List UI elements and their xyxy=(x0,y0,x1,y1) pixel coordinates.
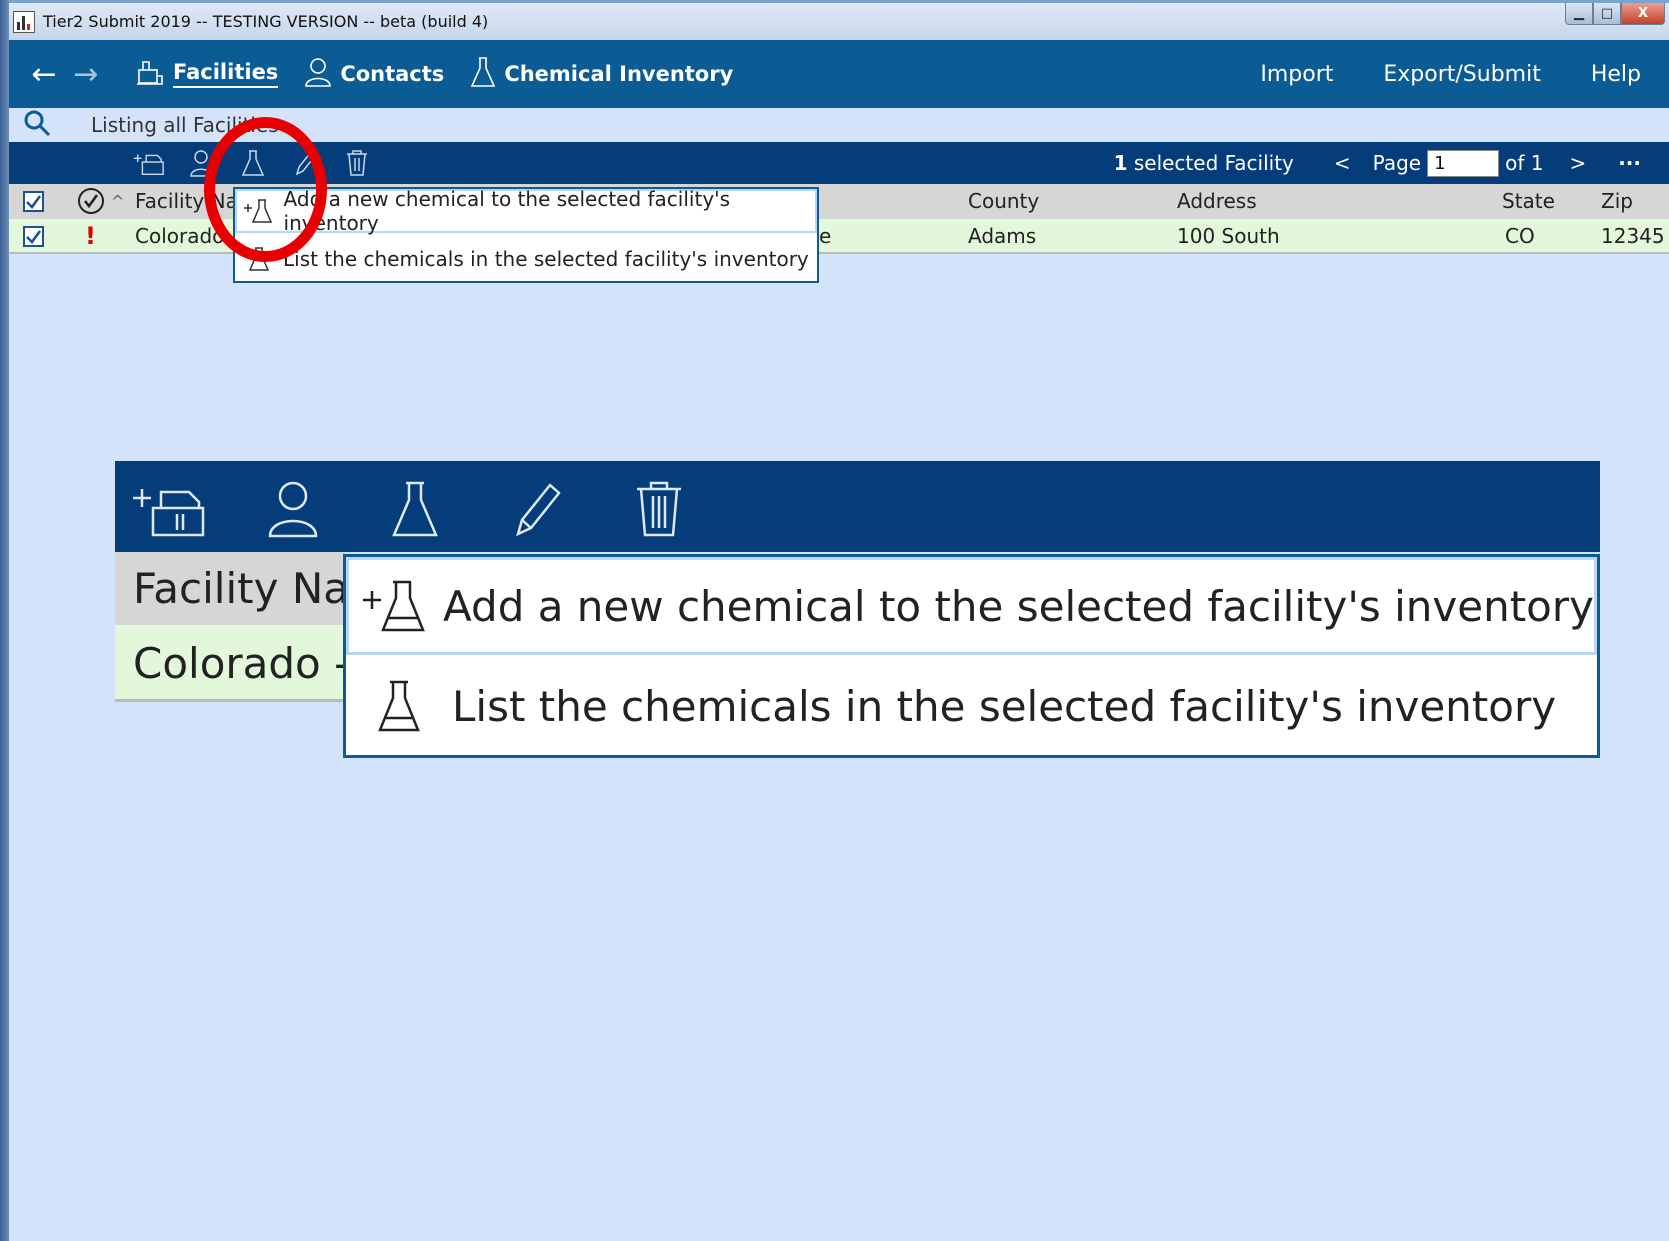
forward-button[interactable]: → xyxy=(65,57,107,92)
next-page-button[interactable]: > xyxy=(1569,151,1586,175)
row-checkbox[interactable] xyxy=(23,226,44,247)
nav-facilities-label: Facilities xyxy=(173,60,279,88)
facility-icon xyxy=(135,58,173,91)
check-circle-icon[interactable] xyxy=(76,186,106,221)
window-titlebar: Tier2 Submit 2019 -- TESTING VERSION -- … xyxy=(9,0,1669,40)
main-nav: ← → Facilities Contacts Chemical Invento… xyxy=(9,40,1669,108)
zoom-dropdown-menu: Add a new chemical to the selected facil… xyxy=(343,554,1600,758)
zoom-menu-item-list-chemicals-label: List the chemicals in the selected facil… xyxy=(452,681,1557,731)
window-controls: ▁ □ X xyxy=(1565,3,1665,25)
header-address[interactable]: Address xyxy=(1177,184,1257,219)
zoom-toolbar xyxy=(115,461,1600,552)
nav-chemical-inventory-label: Chemical Inventory xyxy=(504,62,734,86)
zoom-menu-item-list-chemicals: List the chemicals in the selected facil… xyxy=(346,657,1597,755)
search-icon[interactable] xyxy=(23,109,51,141)
maximize-button[interactable]: □ xyxy=(1593,3,1621,25)
pagination: 1 selected Facility < Page 1 of 1 > ··· xyxy=(1114,142,1641,184)
cell-address: 100 South xyxy=(1177,224,1280,248)
nav-facilities[interactable]: Facilities xyxy=(135,58,279,91)
zoom-toolbar-icons xyxy=(131,477,699,541)
select-all-checkbox[interactable] xyxy=(23,191,44,212)
header-zip[interactable]: Zip xyxy=(1601,184,1633,219)
add-facility-icon[interactable] xyxy=(133,147,165,179)
zoom-header-cell: Facility Na xyxy=(115,552,345,625)
add-flask-icon xyxy=(349,578,443,634)
menu-item-list-chemicals[interactable]: List the chemicals in the selected facil… xyxy=(235,237,817,281)
header-state[interactable]: State xyxy=(1502,184,1555,219)
help-link[interactable]: Help xyxy=(1591,62,1641,87)
page-label: Page xyxy=(1372,151,1422,175)
nav-chemical-inventory[interactable]: Chemical Inventory xyxy=(470,56,733,93)
flask-icon xyxy=(375,477,455,541)
person-icon xyxy=(304,57,340,92)
trash-icon[interactable] xyxy=(341,147,373,179)
page-number-input[interactable]: 1 xyxy=(1427,149,1500,177)
zoom-row-cell: Colorado - xyxy=(115,625,345,702)
export-submit-link[interactable]: Export/Submit xyxy=(1383,62,1540,87)
person-icon xyxy=(253,477,333,541)
menu-item-add-chemical-label: Add a new chemical to the selected facil… xyxy=(283,187,731,235)
nav-contacts-label: Contacts xyxy=(340,62,445,86)
flask-icon xyxy=(346,678,452,734)
zoom-menu-item-add-chemical: Add a new chemical to the selected facil… xyxy=(346,557,1597,655)
trash-icon xyxy=(619,477,699,541)
import-link[interactable]: Import xyxy=(1260,62,1333,87)
back-button[interactable]: ← xyxy=(23,57,65,92)
annotation-circle xyxy=(204,117,327,262)
close-button[interactable]: X xyxy=(1621,3,1665,25)
cell-county: Adams xyxy=(968,224,1037,248)
nav-contacts[interactable]: Contacts xyxy=(304,57,444,92)
header-county[interactable]: County xyxy=(968,184,1039,219)
zoom-callout: Facility Na Colorado - Add a new chemica… xyxy=(115,461,1600,758)
prev-page-button[interactable]: < xyxy=(1334,151,1351,175)
sort-ascending-icon[interactable]: ^ xyxy=(111,184,124,219)
window-title: Tier2 Submit 2019 -- TESTING VERSION -- … xyxy=(43,12,489,31)
selected-label: selected Facility xyxy=(1127,151,1294,175)
alert-icon: ! xyxy=(85,222,96,250)
add-facility-icon xyxy=(131,477,211,541)
minimize-button[interactable]: ▁ xyxy=(1565,3,1593,25)
zoom-menu-item-add-chemical-label: Add a new chemical to the selected facil… xyxy=(443,581,1594,631)
more-options-button[interactable]: ··· xyxy=(1618,151,1641,175)
cell-state: CO xyxy=(1505,224,1535,248)
flask-icon xyxy=(470,56,504,93)
selected-count: 1 xyxy=(1113,151,1128,175)
pencil-icon xyxy=(497,477,577,541)
page-of-label: of 1 xyxy=(1505,151,1544,175)
nav-right-menu: Import Export/Submit Help xyxy=(1260,40,1641,108)
cell-name-tail: e xyxy=(819,224,832,248)
desktop-edge xyxy=(0,0,9,1241)
menu-item-list-chemicals-label: List the chemicals in the selected facil… xyxy=(283,247,809,271)
cell-zip: 12345 xyxy=(1601,224,1665,248)
app-icon xyxy=(13,10,35,33)
